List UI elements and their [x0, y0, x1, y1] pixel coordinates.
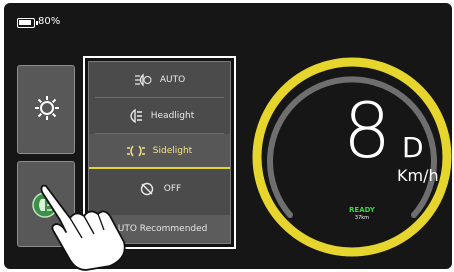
menu-item-label: Sidelight	[152, 145, 193, 156]
sun-gear-icon	[35, 96, 59, 120]
settings-button[interactable]	[17, 65, 75, 154]
sidelight-icon	[126, 145, 145, 156]
screenshot: 80% AUTO Headlight Sidelight OFF AUTO Re…	[0, 0, 454, 272]
speed-unit: Km/h	[397, 166, 439, 185]
light-off-icon	[140, 182, 153, 195]
range-value: 37km	[354, 215, 370, 221]
battery-level: 80%	[38, 16, 61, 27]
gear-indicator: D	[402, 131, 424, 164]
menu-item-label: Headlight	[150, 110, 195, 121]
battery-icon	[17, 18, 38, 28]
speed-value: 8	[342, 86, 392, 175]
menu-item-label: AUTO	[159, 74, 186, 85]
headlight-icon	[130, 108, 142, 123]
menu-item-label: OFF	[163, 183, 182, 194]
auto-light-icon	[134, 72, 152, 87]
pointing-hand-icon	[40, 184, 126, 271]
menu-item-auto[interactable]: AUTO	[89, 62, 230, 97]
ready-status: READY	[349, 206, 375, 214]
menu-item-sidelight[interactable]: Sidelight	[89, 134, 230, 169]
menu-item-headlight[interactable]: Headlight	[89, 98, 230, 133]
